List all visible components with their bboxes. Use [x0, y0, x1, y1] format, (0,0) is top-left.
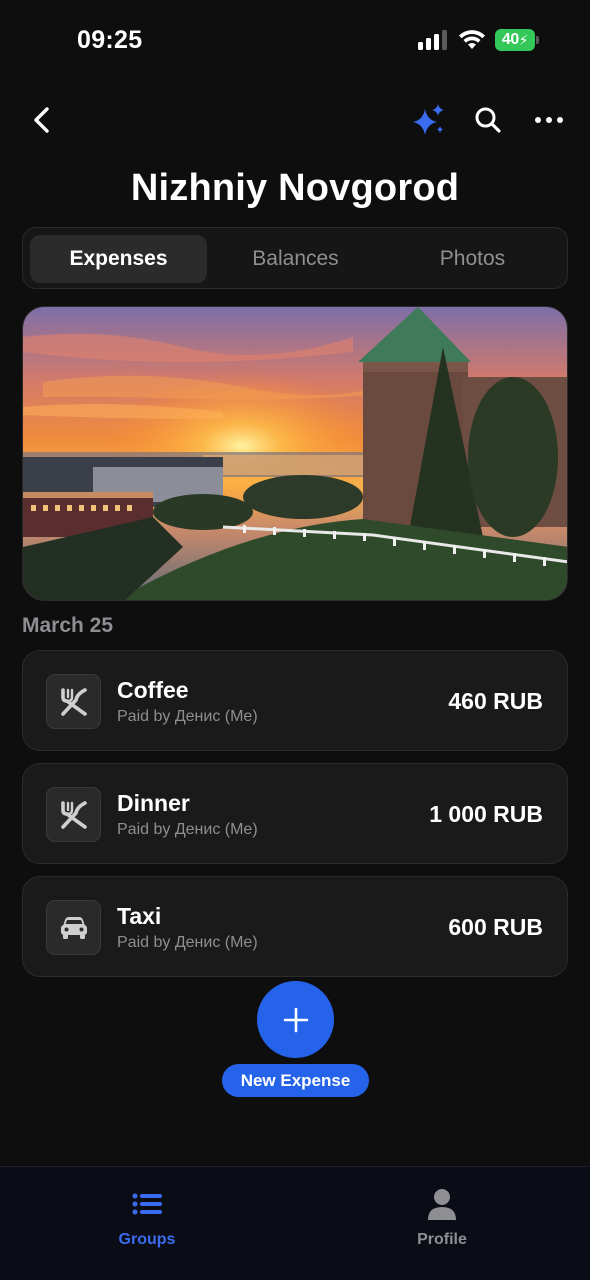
sparkle-icon — [413, 104, 444, 135]
tab-balances[interactable]: Balances — [207, 235, 384, 283]
status-time: 09:25 — [77, 26, 143, 54]
expense-item-dinner[interactable]: Dinner Paid by Денис (Me) 1 000 RUB — [22, 763, 568, 864]
expense-category-icon — [46, 674, 101, 729]
expense-amount: 1 000 RUB — [429, 801, 543, 827]
expense-title: Coffee — [117, 677, 189, 703]
back-icon — [34, 107, 49, 133]
expense-item-coffee[interactable]: Coffee Paid by Денис (Me) 460 RUB — [22, 650, 568, 751]
nav-profile-label: Profile — [417, 1231, 467, 1248]
new-expense-button[interactable] — [257, 981, 334, 1058]
bottom-nav: Groups Profile — [0, 1166, 590, 1280]
nav-profile[interactable]: Profile — [362, 1187, 522, 1249]
expense-item-taxi[interactable]: Taxi Paid by Денис (Me) 600 RUB — [22, 876, 568, 977]
cover-image — [23, 307, 567, 600]
expense-paid-by: Paid by Денис (Me) — [117, 934, 258, 951]
tab-photos[interactable]: Photos — [384, 235, 561, 283]
ai-assist-button[interactable] — [405, 97, 451, 143]
new-expense-label[interactable]: New Expense — [222, 1064, 369, 1097]
person-icon — [428, 1189, 456, 1220]
fork-knife-icon — [60, 800, 87, 829]
wifi-icon — [459, 30, 485, 49]
expense-title: Taxi — [117, 903, 162, 929]
nav-groups[interactable]: Groups — [67, 1187, 227, 1249]
expense-category-icon — [46, 900, 101, 955]
section-date: March 25 — [22, 614, 114, 637]
plus-icon — [283, 1007, 308, 1032]
expense-amount: 600 RUB — [448, 914, 543, 940]
expense-paid-by: Paid by Денис (Me) — [117, 708, 258, 725]
expense-category-icon — [46, 787, 101, 842]
car-icon — [60, 916, 87, 939]
list-icon — [132, 1193, 162, 1215]
back-button[interactable] — [22, 100, 62, 140]
more-icon — [535, 117, 563, 123]
expense-title: Dinner — [117, 790, 190, 816]
search-button[interactable] — [468, 100, 508, 140]
search-icon — [475, 107, 501, 133]
page-title: Nizhniy Novgorod — [130, 167, 460, 209]
battery-icon: 40 ⚡ — [495, 29, 539, 51]
group-cover-photo[interactable] — [22, 306, 568, 601]
nav-groups-label: Groups — [118, 1231, 176, 1248]
status-bar: 09:25 40 ⚡ — [0, 0, 590, 80]
expense-amount: 460 RUB — [448, 688, 543, 714]
cellular-signal-icon — [418, 30, 447, 50]
expense-paid-by: Paid by Денис (Me) — [117, 821, 258, 838]
tab-expenses[interactable]: Expenses — [30, 235, 207, 283]
more-button[interactable] — [528, 100, 570, 140]
battery-level: 40 — [501, 31, 519, 48]
segmented-control: Expenses Balances Photos — [22, 227, 568, 289]
fork-knife-icon — [60, 687, 87, 716]
